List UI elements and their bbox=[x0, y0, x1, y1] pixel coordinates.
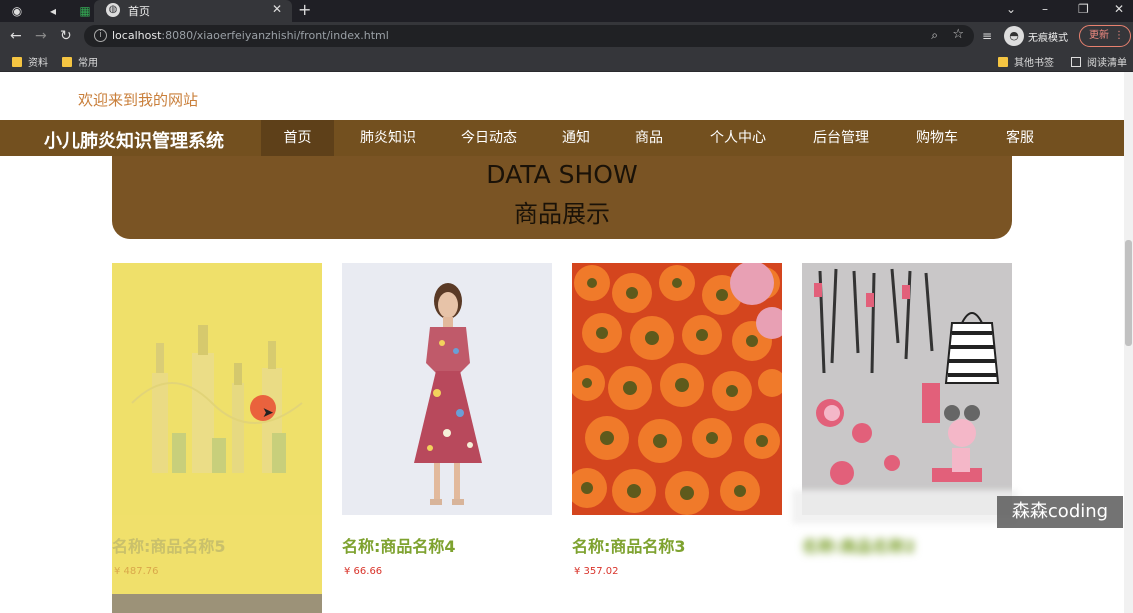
product-image-flowers[interactable] bbox=[572, 263, 782, 515]
nav-item-profile[interactable]: 个人中心 bbox=[701, 120, 775, 156]
nav-item-cart[interactable]: 购物车 bbox=[908, 120, 966, 156]
blur-overlay bbox=[792, 490, 1018, 524]
folder-icon bbox=[12, 57, 22, 67]
nav-item-notices[interactable]: 通知 bbox=[552, 120, 600, 156]
product-name[interactable]: 名称:商品名称2 bbox=[802, 533, 916, 557]
url-input[interactable]: i localhost:8080/xiaoerfeiyanzhishi/fron… bbox=[84, 25, 974, 47]
page-scrollbar[interactable] bbox=[1124, 72, 1133, 613]
audio-icon[interactable]: ◂ bbox=[44, 2, 62, 20]
banner-title-cn: 商品展示 bbox=[514, 200, 610, 228]
folder-icon bbox=[62, 57, 72, 67]
incognito-icon: ◓ bbox=[1004, 26, 1024, 46]
product-name[interactable]: 名称:商品名称5 bbox=[112, 533, 226, 557]
bookmarks-bar: 资料 常用 其他书签 阅读清单 bbox=[0, 50, 1133, 72]
product-card[interactable]: 名称:商品名称4 ¥ 66.66 bbox=[342, 263, 552, 613]
nav-item-home[interactable]: 首页 bbox=[261, 120, 334, 156]
reading-list-icon bbox=[1071, 57, 1081, 67]
close-tab-icon[interactable]: ✕ bbox=[272, 2, 282, 16]
folder-icon bbox=[998, 57, 1008, 67]
zoom-icon[interactable]: ⌕ bbox=[931, 28, 938, 43]
bookmark-label: 其他书签 bbox=[1014, 58, 1054, 69]
watermark: 森森coding bbox=[997, 496, 1123, 528]
update-button[interactable]: 更新 ⋮ bbox=[1079, 25, 1131, 47]
reload-icon[interactable]: ↻ bbox=[60, 27, 72, 45]
minimize-icon[interactable]: – bbox=[1042, 0, 1048, 18]
update-label: 更新 bbox=[1089, 30, 1109, 41]
more-menu-icon[interactable]: ⋮ bbox=[1114, 26, 1124, 46]
nav-item-today-news[interactable]: 今日动态 bbox=[452, 120, 526, 156]
restore-icon[interactable]: ❐ bbox=[1078, 0, 1089, 18]
welcome-text: 欢迎来到我的网站 bbox=[78, 91, 199, 109]
site-info-icon[interactable]: i bbox=[94, 29, 107, 42]
address-bar: ← → ↻ i localhost:8080/xiaoerfeiyanzhish… bbox=[0, 22, 1133, 50]
product-name[interactable]: 名称:商品名称3 bbox=[572, 533, 686, 557]
banner-title-en: DATA SHOW bbox=[486, 160, 638, 189]
bookmark-folder-other[interactable]: 其他书签 bbox=[998, 54, 1054, 69]
tab-home[interactable]: ◍ 首页 ✕ bbox=[94, 0, 292, 22]
product-card[interactable]: 名称:商品名称2 bbox=[802, 263, 1012, 613]
product-image-dress[interactable] bbox=[342, 263, 552, 515]
tab-search-icon[interactable]: ⌄ bbox=[1006, 0, 1016, 18]
sheets-tab-icon[interactable]: ▦ bbox=[76, 2, 94, 20]
nav-item-admin[interactable]: 后台管理 bbox=[804, 120, 878, 156]
url-path: :8080/xiaoerfeiyanzhishi/front/index.htm… bbox=[161, 29, 389, 42]
site-navbar: 小儿肺炎知识管理系统 首页 肺炎知识 今日动态 通知 商品 个人中心 后台管理 … bbox=[0, 120, 1124, 156]
bookmark-label: 资料 bbox=[28, 58, 48, 69]
bottles-image bbox=[112, 263, 322, 515]
product-name[interactable]: 名称:商品名称4 bbox=[342, 533, 456, 557]
tab-title: 首页 bbox=[128, 5, 150, 18]
site-title: 小儿肺炎知识管理系统 bbox=[44, 131, 224, 152]
dress-image bbox=[342, 263, 552, 515]
cosmetics-image bbox=[802, 263, 1012, 515]
globe-icon: ◍ bbox=[106, 3, 120, 17]
bookmark-folder-changyong[interactable]: 常用 bbox=[62, 54, 98, 69]
product-price: ¥ 487.76 bbox=[114, 566, 159, 577]
incognito-label: 无痕模式 bbox=[1028, 33, 1068, 44]
bookmark-folder-ziliao[interactable]: 资料 bbox=[12, 54, 48, 69]
browser-menu-icon[interactable]: ◉ bbox=[8, 2, 26, 20]
mouse-cursor-icon: ➤ bbox=[262, 405, 274, 421]
web-page: 欢迎来到我的网站 小儿肺炎知识管理系统 首页 肺炎知识 今日动态 通知 商品 个… bbox=[0, 72, 1133, 613]
scrollbar-thumb[interactable] bbox=[1125, 240, 1132, 346]
product-image-cosmetics[interactable] bbox=[802, 263, 1012, 515]
flowers-image bbox=[572, 263, 782, 515]
window-close-icon[interactable]: ✕ bbox=[1114, 0, 1124, 18]
bookmark-label: 常用 bbox=[78, 58, 98, 69]
nav-item-products[interactable]: 商品 bbox=[625, 120, 673, 156]
browser-tab-bar: ◉ ◂ ▦ ◍ 首页 ✕ + ⌄ – ❐ ✕ bbox=[0, 0, 1133, 22]
product-image-bottles[interactable] bbox=[112, 263, 322, 515]
product-card[interactable]: 名称:商品名称5 ¥ 487.76 bbox=[112, 263, 322, 613]
product-price: ¥ 66.66 bbox=[344, 566, 383, 577]
reading-list[interactable]: 阅读清单 bbox=[1071, 54, 1127, 69]
nav-item-pneumonia-knowledge[interactable]: 肺炎知识 bbox=[352, 120, 424, 156]
url-text: localhost:8080/xiaoerfeiyanzhishi/front/… bbox=[112, 29, 389, 42]
reading-list-icon[interactable]: ≡ bbox=[982, 29, 992, 43]
product-price: ¥ 357.02 bbox=[574, 566, 619, 577]
product-card[interactable]: 名称:商品名称3 ¥ 357.02 bbox=[572, 263, 782, 613]
bookmark-label: 阅读清单 bbox=[1087, 58, 1127, 69]
next-row-image-edge bbox=[112, 594, 322, 613]
forward-icon[interactable]: → bbox=[35, 27, 47, 45]
bookmark-star-icon[interactable]: ☆ bbox=[952, 27, 964, 42]
back-icon[interactable]: ← bbox=[10, 27, 22, 45]
nav-item-service[interactable]: 客服 bbox=[996, 120, 1044, 156]
section-banner: DATA SHOW 商品展示 bbox=[112, 156, 1012, 239]
url-host: localhost bbox=[112, 29, 162, 42]
new-tab-icon[interactable]: + bbox=[298, 0, 311, 20]
